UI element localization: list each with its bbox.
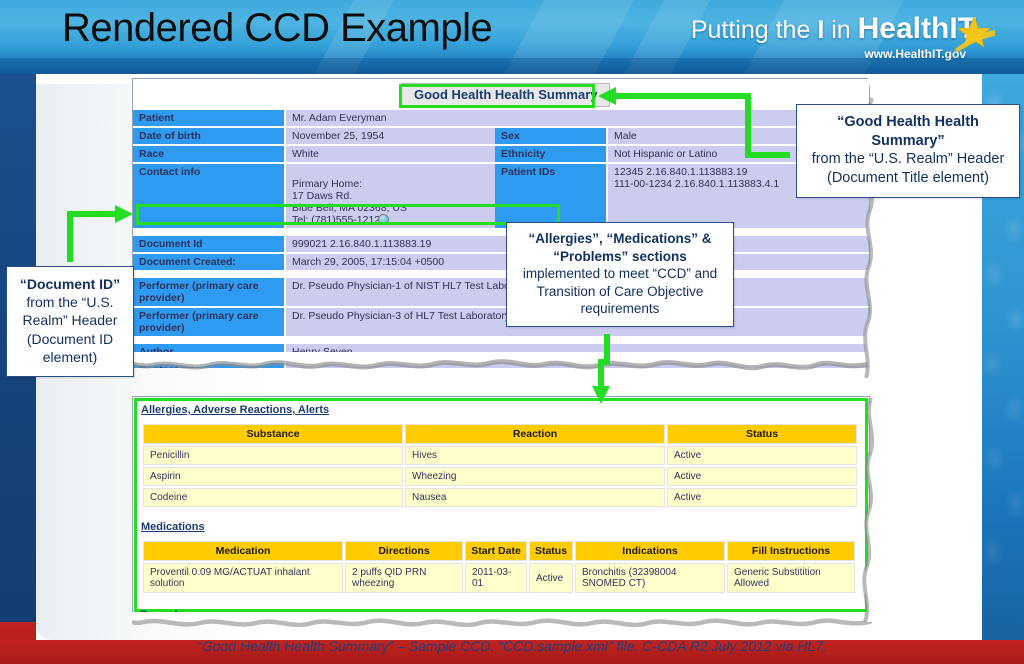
torn-paper-edge bbox=[132, 352, 872, 371]
cell-start-date: 2011-03-01 bbox=[465, 563, 527, 593]
column-header-indications: Indications bbox=[575, 541, 725, 561]
highlight-document-id bbox=[136, 204, 560, 225]
slide-caption: “Good Health Health Summary” – Sample CC… bbox=[197, 638, 827, 654]
cell-directions: 2 puffs QID PRN wheezing bbox=[345, 563, 463, 593]
field-label-patient: Patient bbox=[133, 110, 286, 128]
document-title-row: Good Health Health Summary bbox=[133, 79, 869, 110]
column-header-status: Status bbox=[529, 541, 573, 561]
field-value-patient: Mr. Adam Everyman bbox=[285, 110, 495, 128]
cell-status: Active bbox=[529, 563, 573, 593]
field-label-ethnicity: Ethnicity bbox=[495, 145, 608, 164]
logo-tagline: Putting the I in HealthIT bbox=[691, 12, 976, 46]
callout-document-id: “Document ID” from the “U.S. Realm” Head… bbox=[6, 266, 134, 377]
section-heading-medications: Medications bbox=[141, 521, 205, 533]
medications-table: Medication Directions Start Date Status … bbox=[141, 539, 857, 595]
clinical-sections-panel: Allergies, Adverse Reactions, Alerts Sub… bbox=[132, 396, 870, 614]
patient-demographics-table: Patient Mr. Adam Everyman Date of birth … bbox=[133, 110, 869, 368]
logo-brand-health: Health bbox=[857, 12, 950, 45]
table-row: Penicillin Hives Active bbox=[143, 446, 857, 465]
table-row: Date of birth November 25, 1954 Sex Male bbox=[133, 127, 869, 146]
cell-substance: Aspirin bbox=[143, 467, 403, 486]
cell-substance: Codeine bbox=[143, 488, 403, 507]
cell-reaction: Hives bbox=[405, 446, 665, 465]
table-row: Performer (primary care provider) Dr. Ps… bbox=[133, 277, 869, 308]
table-row: Codeine Nausea Active bbox=[143, 488, 857, 507]
field-value-race: White bbox=[285, 145, 495, 164]
star-icon bbox=[954, 16, 995, 52]
cell-reaction: Nausea bbox=[405, 488, 665, 507]
field-label-document-created: Document Created: bbox=[133, 253, 286, 272]
logo-tagline-part2: in bbox=[831, 16, 851, 44]
field-label-dob: Date of birth bbox=[133, 127, 286, 146]
logo-tagline-i: I bbox=[817, 16, 825, 44]
cell-substance: Penicillin bbox=[143, 446, 403, 465]
callout-title-heading: “Good Health Health Summary” bbox=[837, 114, 979, 149]
table-row: Patient Mr. Adam Everyman bbox=[133, 110, 869, 128]
column-header-start-date: Start Date bbox=[465, 541, 527, 561]
cell-fill-instructions: Generic Substitition Allowed bbox=[727, 563, 855, 593]
callout-document-title: “Good Health Health Summary” from the “U… bbox=[796, 104, 1020, 199]
column-header-reaction: Reaction bbox=[405, 424, 665, 444]
column-header-status: Status bbox=[667, 424, 857, 444]
table-row: Race White Ethnicity Not Hispanic or Lat… bbox=[133, 145, 869, 164]
cell-indications: Bronchitis (32398004 SNOMED CT) bbox=[575, 563, 725, 593]
cell-status: Active bbox=[667, 467, 857, 486]
cell-reaction: Wheezing bbox=[405, 467, 665, 486]
callout-docid-body: from the “U.S. Realm” Header (Document I… bbox=[22, 294, 118, 365]
torn-paper-edge bbox=[132, 612, 872, 628]
column-header-directions: Directions bbox=[345, 541, 463, 561]
callout-sections: “Allergies”, “Medications” & “Problems” … bbox=[506, 222, 734, 327]
table-row: Document Created: March 29, 2005, 17:15:… bbox=[133, 253, 869, 272]
field-label-performer-1: Performer (primary care provider) bbox=[133, 277, 286, 308]
column-header-substance: Substance bbox=[143, 424, 403, 444]
callout-sections-heading: “Allergies”, “Medications” & “Problems” … bbox=[528, 231, 712, 264]
field-label-performer-2: Performer (primary care provider) bbox=[133, 307, 286, 338]
logo-tagline-part1: Putting the bbox=[690, 16, 811, 44]
field-value-dob: November 25, 1954 bbox=[285, 127, 495, 146]
table-row: Proventil 0.09 MG/ACTUAT inhalant soluti… bbox=[143, 563, 855, 593]
logo-url: www.HealthIT.gov bbox=[864, 47, 966, 61]
field-label-race: Race bbox=[133, 145, 286, 164]
allergies-table: Substance Reaction Status Penicillin Hiv… bbox=[141, 422, 859, 509]
healthit-logo: Putting the I in HealthIT www.HealthIT.g… bbox=[691, 12, 1010, 68]
table-row: Performer (primary care provider) Dr. Ps… bbox=[133, 307, 869, 338]
cell-status: Active bbox=[667, 488, 857, 507]
cell-status: Active bbox=[667, 446, 857, 465]
section-heading-allergies: Allergies, Adverse Reactions, Alerts bbox=[141, 404, 330, 416]
page-title: Rendered CCD Example bbox=[62, 6, 493, 50]
document-title: Good Health Health Summary bbox=[401, 83, 611, 107]
column-header-fill-instructions: Fill Instructions bbox=[727, 541, 855, 561]
table-row: Aspirin Wheezing Active bbox=[143, 467, 857, 486]
table-header-row: Substance Reaction Status bbox=[143, 424, 857, 444]
field-label-document-id: Document Id bbox=[133, 235, 286, 254]
callout-title-body: from the “U.S. Realm” Header (Document T… bbox=[811, 151, 1005, 186]
table-row: Document Id 999021 2.16.840.1.113883.19 bbox=[133, 235, 869, 254]
callout-docid-heading: “Document ID” bbox=[19, 276, 121, 292]
field-label-sex: Sex bbox=[495, 127, 608, 146]
column-header-medication: Medication bbox=[143, 541, 343, 561]
callout-sections-body: implemented to meet “CCD” and Transition… bbox=[522, 266, 718, 317]
table-header-row: Medication Directions Start Date Status … bbox=[143, 541, 855, 561]
torn-paper-edge-right bbox=[862, 396, 878, 622]
cell-medication: Proventil 0.09 MG/ACTUAT inhalant soluti… bbox=[143, 563, 343, 593]
